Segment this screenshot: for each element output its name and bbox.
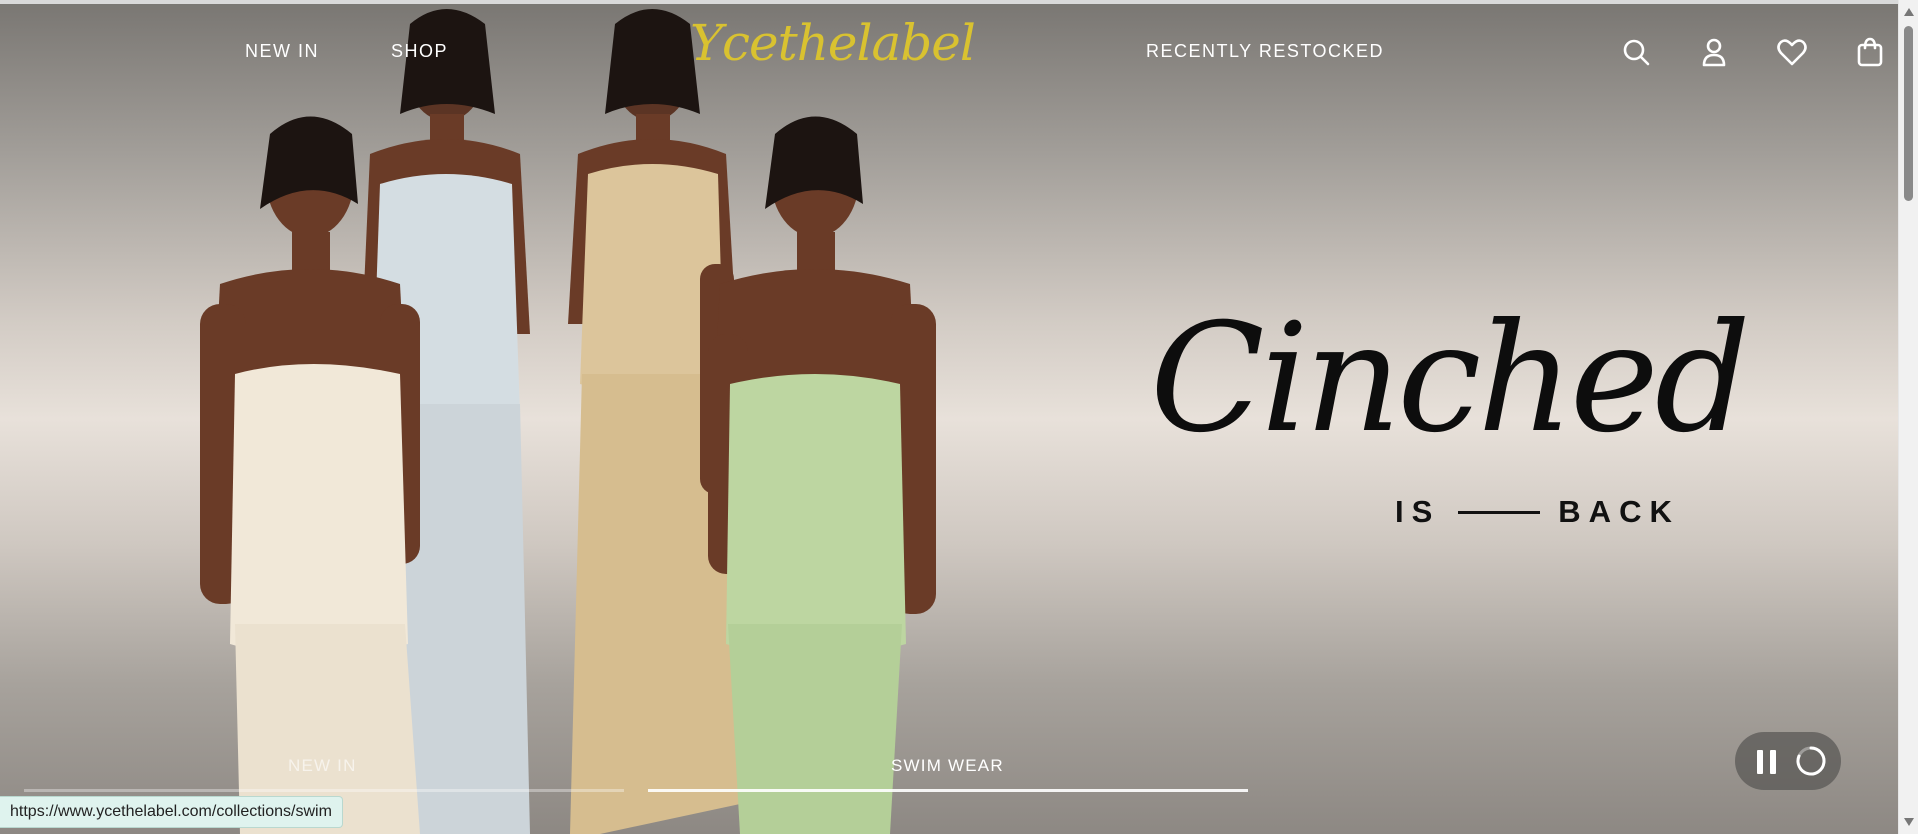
hero-image-models bbox=[100, 4, 1060, 834]
hero-banner[interactable]: NEW IN SHOP Ycethelabel RECENTLY RESTOCK… bbox=[0, 4, 1898, 834]
wishlist-heart-icon[interactable] bbox=[1776, 36, 1808, 68]
browser-viewport: NEW IN SHOP Ycethelabel RECENTLY RESTOCK… bbox=[0, 0, 1898, 834]
cart-bag-icon[interactable] bbox=[1854, 36, 1886, 68]
scroll-down-arrow-icon[interactable] bbox=[1904, 818, 1914, 826]
account-icon[interactable] bbox=[1698, 36, 1730, 68]
headline-dash bbox=[1458, 510, 1541, 514]
nav-new-in[interactable]: NEW IN bbox=[245, 41, 319, 62]
page-scrollbar[interactable] bbox=[1898, 0, 1918, 834]
slideshow-play-pause-button[interactable] bbox=[1735, 732, 1841, 790]
headline-sub-left: IS bbox=[1395, 494, 1441, 529]
headline-script: Cinched bbox=[1150, 292, 1751, 466]
headline-subtitle: IS BACK bbox=[1395, 494, 1680, 530]
pause-icon bbox=[1757, 750, 1777, 774]
link-status-preview: https://www.ycethelabel.com/collections/… bbox=[0, 796, 343, 828]
search-icon[interactable] bbox=[1620, 36, 1652, 68]
site-logo[interactable]: Ycethelabel bbox=[690, 18, 976, 68]
headline-sub-right: BACK bbox=[1558, 494, 1680, 529]
slide-tab-swim-wear[interactable]: SWIM WEAR bbox=[891, 756, 1004, 776]
nav-recently-restocked[interactable]: RECENTLY RESTOCKED bbox=[1146, 41, 1384, 62]
hero-headline: Cinched IS BACK bbox=[1140, 304, 1760, 544]
slide-progress-swim-wear bbox=[648, 789, 1248, 792]
slide-progress-new-in bbox=[24, 789, 624, 792]
scroll-up-arrow-icon[interactable] bbox=[1904, 8, 1914, 16]
slide-tab-new-in[interactable]: NEW IN bbox=[288, 756, 357, 776]
scrollbar-thumb[interactable] bbox=[1904, 26, 1913, 201]
site-header: NEW IN SHOP Ycethelabel RECENTLY RESTOCK… bbox=[0, 4, 1898, 100]
autoplay-progress-icon bbox=[1796, 746, 1826, 776]
nav-shop[interactable]: SHOP bbox=[391, 41, 448, 62]
